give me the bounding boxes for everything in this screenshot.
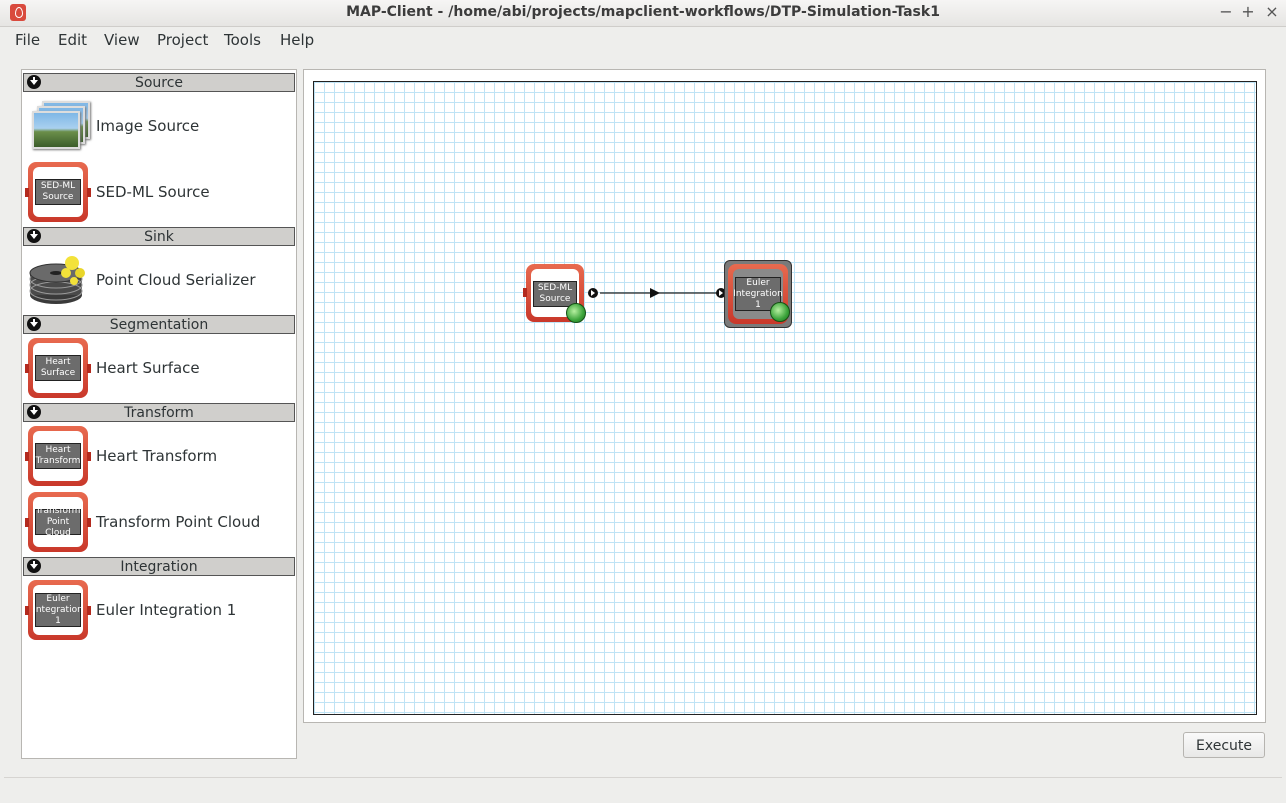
category-transform[interactable]: Transform <box>23 403 295 422</box>
palette-item-label: Transform Point Cloud <box>96 513 261 531</box>
workflow-node-sedml-source[interactable]: SED-ML Source <box>523 264 598 326</box>
palette-item-label: Heart Surface <box>96 359 200 377</box>
connection-line[interactable] <box>314 82 1256 714</box>
disk-icon <box>29 256 85 304</box>
status-configured-icon <box>566 303 586 323</box>
menu-bar: File Edit View Project Tools Help <box>0 27 1286 52</box>
category-integration[interactable]: Integration <box>23 557 295 576</box>
category-label: Sink <box>144 229 174 245</box>
category-source[interactable]: Source <box>23 73 295 92</box>
image-stack-icon <box>28 97 90 155</box>
icon-text: Transform Point Cloud <box>35 505 81 538</box>
palette-item-label: Euler Integration 1 <box>96 601 237 619</box>
transform-point-cloud-icon: Transform Point Cloud <box>25 492 91 552</box>
euler-integration-icon: Euler Integration 1 <box>25 580 91 640</box>
palette-item-label: Point Cloud Serializer <box>96 271 256 289</box>
execute-button[interactable]: Execute <box>1183 732 1265 758</box>
palette-item-transform-point-cloud[interactable]: Transform Point Cloud Transform Point Cl… <box>25 491 294 553</box>
menu-view[interactable]: View <box>104 31 140 49</box>
category-label: Source <box>134 75 184 91</box>
heart-surface-icon: Heart Surface <box>25 338 91 398</box>
menu-help[interactable]: Help <box>280 31 314 49</box>
palette-item-label: SED-ML Source <box>96 183 210 201</box>
palette-item-image-source[interactable]: Image Source <box>26 95 294 157</box>
category-label: Segmentation <box>109 317 209 333</box>
menu-project[interactable]: Project <box>157 31 208 49</box>
icon-text: Euler Integration 1 <box>33 593 83 627</box>
window-title: MAP-Client - /home/abi/projects/mapclien… <box>346 4 940 20</box>
palette-item-sedml-source[interactable]: SED-ML Source SED-ML Source <box>25 161 294 223</box>
menu-file[interactable]: File <box>15 31 40 49</box>
palette-item-label: Image Source <box>96 117 200 135</box>
menu-edit[interactable]: Edit <box>58 31 87 49</box>
palette-item-heart-transform[interactable]: Heart Transform Heart Transform <box>25 425 294 487</box>
minimize-button[interactable]: − <box>1216 2 1236 21</box>
node-text: SED-ML Source <box>533 281 577 307</box>
palette-item-heart-surface[interactable]: Heart Surface Heart Surface <box>25 337 294 399</box>
icon-text: SED-ML Source <box>35 179 81 205</box>
category-sink[interactable]: Sink <box>23 227 295 246</box>
title-bar: MAP-Client - /home/abi/projects/mapclien… <box>0 0 1286 27</box>
workflow-node-euler-integration[interactable]: Euler Integration 1 <box>716 258 792 330</box>
menu-tools[interactable]: Tools <box>224 31 261 49</box>
status-bar <box>4 777 1282 800</box>
heart-transform-icon: Heart Transform <box>25 426 91 486</box>
category-segmentation[interactable]: Segmentation <box>23 315 295 334</box>
sedml-source-icon: SED-ML Source <box>25 162 91 222</box>
icon-text: Heart Surface <box>35 355 81 381</box>
category-label: Transform <box>124 405 194 421</box>
palette-item-point-cloud-serializer[interactable]: Point Cloud Serializer <box>26 249 294 311</box>
workflow-canvas[interactable]: SED-ML Source Euler Integration 1 <box>313 81 1257 715</box>
palette-item-euler-integration[interactable]: Euler Integration 1 Euler Integration 1 <box>25 579 294 641</box>
maximize-button[interactable]: + <box>1238 2 1258 21</box>
icon-text: Heart Transform <box>35 443 81 469</box>
category-label: Integration <box>120 559 198 575</box>
output-port-icon[interactable] <box>588 288 598 298</box>
status-configured-icon <box>770 302 790 322</box>
close-button[interactable]: × <box>1262 2 1282 21</box>
step-palette: Source Image Source SED-ML Source SED-ML… <box>21 69 297 759</box>
palette-item-label: Heart Transform <box>96 447 218 465</box>
